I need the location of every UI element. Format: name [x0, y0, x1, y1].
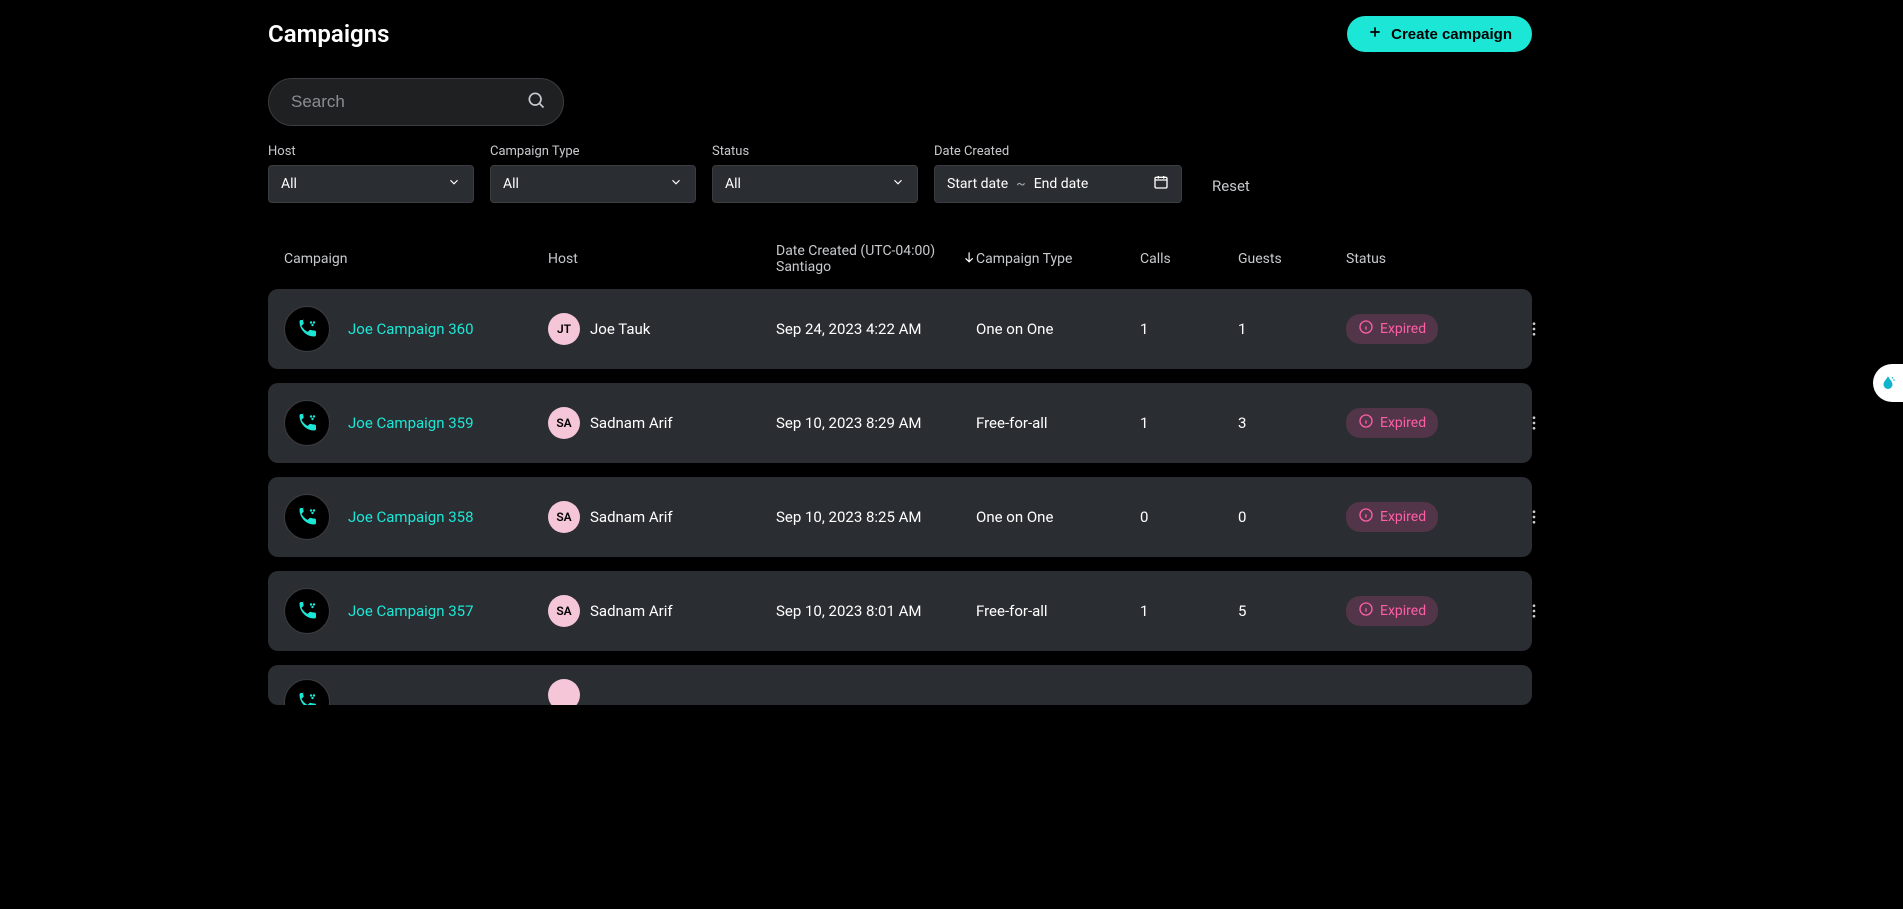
filter-type-value: All [503, 176, 519, 192]
info-icon [1358, 413, 1374, 433]
filter-date-label: Date Created [934, 144, 1182, 159]
filter-status-value: All [725, 176, 741, 192]
search-input[interactable] [268, 78, 564, 126]
status-badge: Expired [1346, 502, 1438, 532]
row-actions-button[interactable] [1522, 317, 1546, 341]
chevron-down-icon [447, 175, 461, 193]
status-badge: Expired [1346, 596, 1438, 626]
th-status[interactable]: Status [1346, 251, 1486, 267]
filter-type-label: Campaign Type [490, 144, 696, 159]
side-widget-toggle[interactable] [1873, 364, 1903, 402]
table-row: Joe Campaign 360 JT Joe Tauk Sep 24, 2023 4… [268, 289, 1532, 369]
host-name: Sadnam Arif [590, 602, 673, 620]
table-row: Joe Campaign 359 SA Sadnam Arif Sep 10, 202… [268, 383, 1532, 463]
create-campaign-label: Create campaign [1391, 26, 1512, 43]
cell-type: One on One [976, 320, 1140, 338]
avatar: JT [548, 313, 580, 345]
cell-type: Free-for-all [976, 414, 1140, 432]
status-badge: Expired [1346, 314, 1438, 344]
cell-guests: 3 [1238, 414, 1346, 432]
status-text: Expired [1380, 603, 1426, 619]
cell-date: Sep 10, 2023 8:01 AM [776, 602, 976, 620]
cell-date: Sep 10, 2023 8:29 AM [776, 414, 976, 432]
host-name: Joe Tauk [590, 320, 650, 338]
sort-desc-icon [962, 250, 976, 268]
cell-type: One on One [976, 508, 1140, 526]
th-date-label: Date Created (UTC-04:00) Santiago [776, 243, 948, 275]
page-title: Campaigns [268, 20, 389, 48]
cell-calls: 0 [1140, 508, 1238, 526]
th-guests[interactable]: Guests [1238, 251, 1346, 267]
chevron-down-icon [891, 175, 905, 193]
filter-date-range[interactable]: Start date ~ End date [934, 165, 1182, 203]
date-end-placeholder: End date [1034, 176, 1089, 192]
campaign-link[interactable]: Joe Campaign 360 [348, 320, 474, 338]
cell-date: Sep 10, 2023 8:25 AM [776, 508, 976, 526]
avatar: SA [548, 407, 580, 439]
phone-chat-icon [284, 679, 330, 705]
info-icon [1358, 507, 1374, 527]
table-row: Joe Campaign 357 SA Sadnam Arif Sep 10, 202… [268, 571, 1532, 651]
avatar [548, 679, 580, 705]
th-calls[interactable]: Calls [1140, 251, 1238, 267]
cell-guests: 0 [1238, 508, 1346, 526]
row-actions-button[interactable] [1522, 599, 1546, 623]
campaign-link[interactable]: Joe Campaign 359 [348, 414, 474, 432]
cell-guests: 1 [1238, 320, 1346, 338]
phone-chat-icon [284, 494, 330, 540]
cell-calls: 1 [1140, 602, 1238, 620]
reset-filters-button[interactable]: Reset [1212, 177, 1250, 195]
campaign-link[interactable]: Joe Campaign 357 [348, 602, 474, 620]
create-campaign-button[interactable]: Create campaign [1347, 16, 1532, 52]
info-icon [1358, 601, 1374, 621]
date-start-placeholder: Start date [947, 176, 1008, 192]
cell-date: Sep 24, 2023 4:22 AM [776, 320, 976, 338]
table-row: Joe Campaign 358 SA Sadnam Arif Sep 10, 202… [268, 477, 1532, 557]
avatar: SA [548, 501, 580, 533]
date-range-separator: ~ [1016, 176, 1026, 192]
filter-status-select[interactable]: All [712, 165, 918, 203]
cell-calls: 1 [1140, 320, 1238, 338]
phone-chat-icon [284, 400, 330, 446]
status-badge: Expired [1346, 408, 1438, 438]
th-type[interactable]: Campaign Type [976, 251, 1140, 267]
th-host[interactable]: Host [548, 251, 776, 267]
row-actions-button[interactable] [1522, 505, 1546, 529]
cell-type: Free-for-all [976, 602, 1140, 620]
avatar: SA [548, 595, 580, 627]
filter-host-label: Host [268, 144, 474, 159]
cell-guests: 5 [1238, 602, 1346, 620]
filter-host-value: All [281, 176, 297, 192]
th-campaign[interactable]: Campaign [284, 251, 548, 267]
table-row [268, 665, 1532, 705]
table-header: Campaign Host Date Created (UTC-04:00) S… [268, 243, 1532, 275]
host-name: Sadnam Arif [590, 414, 673, 432]
filter-status-label: Status [712, 144, 918, 159]
th-date[interactable]: Date Created (UTC-04:00) Santiago [776, 243, 976, 275]
cell-calls: 1 [1140, 414, 1238, 432]
host-name: Sadnam Arif [590, 508, 673, 526]
status-text: Expired [1380, 321, 1426, 337]
info-icon [1358, 319, 1374, 339]
plus-icon [1367, 24, 1383, 44]
row-actions-button[interactable] [1522, 411, 1546, 435]
phone-chat-icon [284, 306, 330, 352]
filter-type-select[interactable]: All [490, 165, 696, 203]
filter-host-select[interactable]: All [268, 165, 474, 203]
phone-chat-icon [284, 588, 330, 634]
campaign-link[interactable]: Joe Campaign 358 [348, 508, 474, 526]
status-text: Expired [1380, 509, 1426, 525]
chevron-down-icon [669, 175, 683, 193]
calendar-icon [1153, 174, 1169, 194]
search-icon [526, 90, 546, 114]
status-text: Expired [1380, 415, 1426, 431]
